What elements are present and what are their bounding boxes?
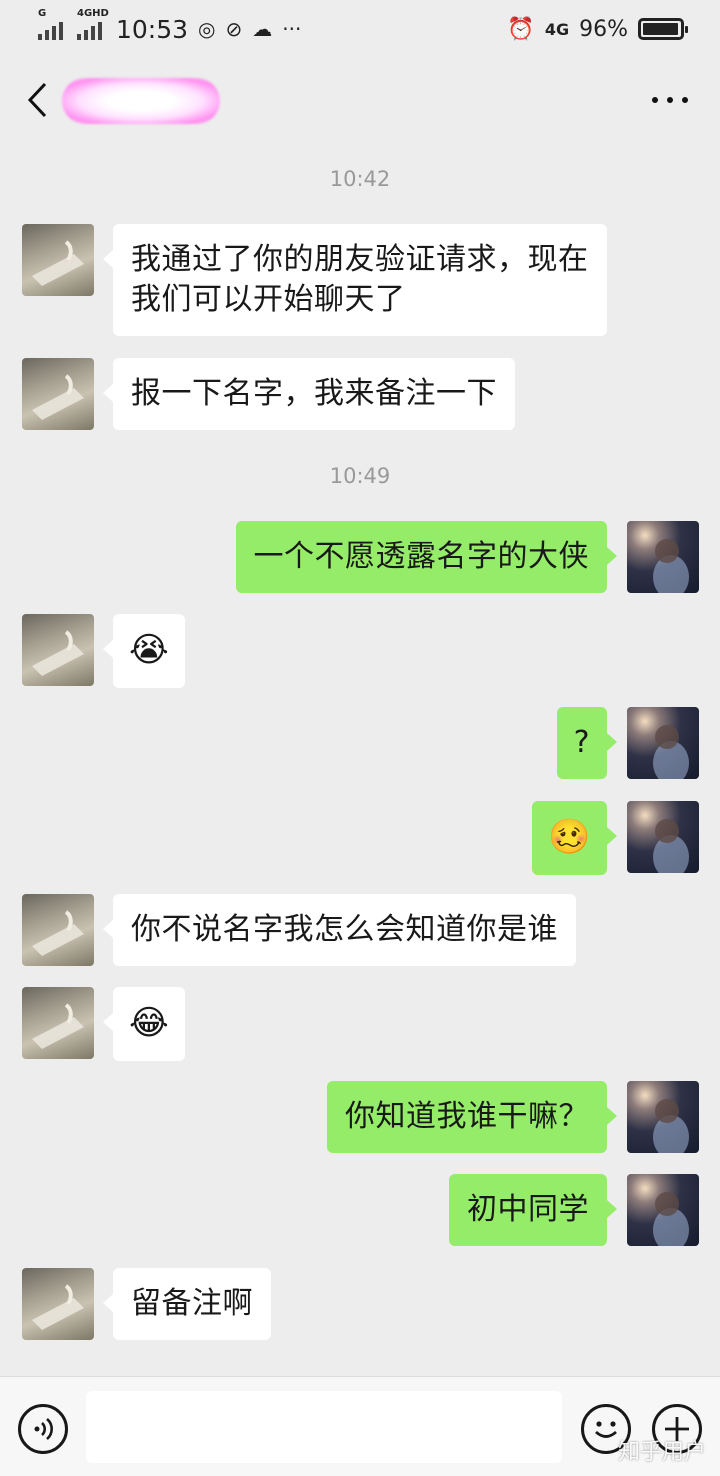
my-avatar[interactable] <box>627 1174 699 1246</box>
voice-button[interactable] <box>18 1404 68 1454</box>
chevron-left-icon <box>27 82 47 118</box>
watermark: 知乎用户 <box>617 1440 706 1465</box>
tears-of-joy-emoji: 😂 <box>129 1003 170 1043</box>
cloud-icon: ☁ <box>252 17 273 41</box>
message-bubble[interactable]: 你不说名字我怎么会知道你是谁 <box>103 894 576 966</box>
more-notifications-icon: ··· <box>282 17 302 41</box>
message-bubble[interactable]: 🥴 <box>532 801 617 875</box>
network-type-label: 4G <box>544 19 570 39</box>
message-bubble[interactable]: 😭 <box>102 614 186 688</box>
my-avatar[interactable] <box>627 801 699 873</box>
timestamp: 10:42 <box>329 167 391 191</box>
message-bubble[interactable]: 报一下名字，我来备注一下 <box>103 358 515 430</box>
my-avatar[interactable] <box>627 707 699 779</box>
voice-icon <box>34 1418 53 1440</box>
message-bubble[interactable]: ? <box>556 707 618 779</box>
more-dots-icon <box>652 97 658 103</box>
friend-avatar[interactable] <box>22 614 94 686</box>
my-avatar[interactable] <box>627 521 699 593</box>
battery-icon <box>638 18 688 40</box>
timestamp: 10:49 <box>329 464 391 488</box>
back-button[interactable] <box>20 78 56 122</box>
my-avatar[interactable] <box>627 1081 699 1153</box>
more-button[interactable] <box>652 88 688 112</box>
friend-avatar[interactable] <box>22 894 94 966</box>
friend-avatar[interactable] <box>22 224 94 296</box>
message-bubble[interactable]: 留备注啊 <box>103 1268 271 1340</box>
woozy-emoji: 🥴 <box>548 817 591 857</box>
message-bubble[interactable]: 你知道我谁干嘛？ <box>327 1081 617 1153</box>
battery-fill <box>643 23 678 35</box>
friend-avatar[interactable] <box>22 987 94 1059</box>
message-input[interactable] <box>86 1391 562 1463</box>
friend-avatar[interactable] <box>22 358 94 430</box>
input-bar <box>0 1376 720 1476</box>
chat-header <box>0 58 720 142</box>
message-bubble[interactable]: 一个不愿透露名字的大侠 <box>235 521 617 593</box>
app-notification-icon: ◎ <box>198 17 216 41</box>
friend-avatar[interactable] <box>22 1268 94 1340</box>
message-bubble[interactable]: 初中同学 <box>449 1174 617 1246</box>
no-sim-icon: ⊘ <box>225 17 243 41</box>
redacted-contact-name <box>62 78 220 124</box>
message-bubble[interactable]: 我通过了你的朋友验证请求，现在我们可以开始聊天了 <box>103 224 607 336</box>
signal-icon: G <box>38 8 63 40</box>
status-time: 10:53 <box>116 14 189 44</box>
signal-icon: 4GHD <box>77 8 109 40</box>
crying-emoji: 😭 <box>129 630 170 670</box>
battery-percent: 96% <box>579 16 628 42</box>
message-bubble[interactable]: 😂 <box>102 987 186 1061</box>
status-bar: G 4GHD 10:53 ◎ ⊘ ☁ ··· ⏰ 4G 96% <box>0 0 720 58</box>
alarm-icon: ⏰ <box>507 16 535 42</box>
